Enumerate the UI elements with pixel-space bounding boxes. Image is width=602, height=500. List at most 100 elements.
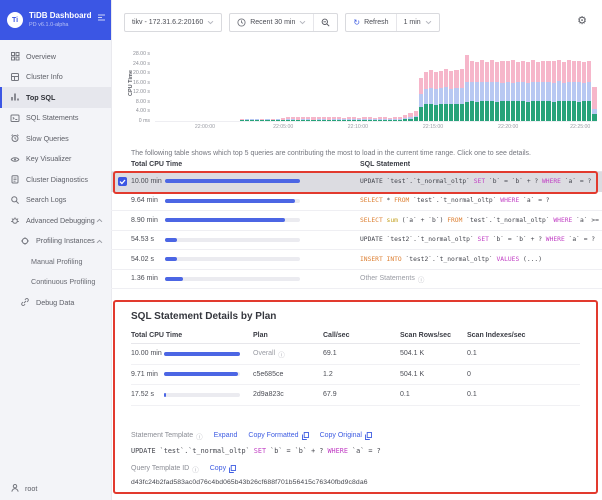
sidebar-item-label: Manual Profiling (31, 257, 83, 266)
details-header-row: Total CPU Time Plan Call/sec Scan Rows/s… (131, 328, 580, 344)
cpu-bar (165, 218, 300, 222)
query-template-id-label: Query Template ID (131, 465, 189, 472)
details-panel-title: SQL Statement Details by Plan (131, 311, 580, 322)
cpu-bar (165, 199, 300, 203)
sidebar-item-manual-profiling[interactable]: Manual Profiling (0, 251, 111, 272)
sidebar-item-profiling-instances[interactable]: Profiling Instances (0, 231, 111, 252)
call-sec-value: 69.1 (323, 350, 400, 357)
sidebar-item-cluster-diagnostics[interactable]: Cluster Diagnostics (0, 169, 111, 190)
sidebar-item-continuous-profiling[interactable]: Continuous Profiling (0, 272, 111, 293)
scan-indexes-value: 0.1 (467, 350, 580, 357)
header-total-cpu-time: Total CPU Time (131, 332, 253, 339)
top-sql-description: The following table shows which top 5 qu… (131, 150, 596, 157)
refresh-button[interactable]: ↻ Refresh (346, 14, 395, 31)
sidebar-item-label: Advanced Debugging (26, 216, 95, 225)
copy-icon (229, 465, 236, 473)
sql-statement-text: SELECT sum (`a` + `b`) FROM `test`.`t_no… (360, 217, 602, 224)
cpu-time-value: 9.71 min (131, 371, 164, 378)
info-icon: ⓘ (192, 464, 199, 474)
copy-button[interactable]: Copy (210, 465, 236, 473)
copy-icon (302, 432, 309, 440)
sidebar-nav: Overview Cluster Info Top SQL SQL Statem… (0, 40, 111, 313)
scan-indexes-value: 0.1 (467, 391, 580, 398)
call-sec-value: 1.2 (323, 371, 400, 378)
header-plan: Plan (253, 332, 323, 339)
table-row[interactable]: 54.53 s UPDATE `test2`.`t_normal_oltp` S… (111, 231, 602, 251)
table-row[interactable]: 10.00 min UPDATE `test`.`t_normal_oltp` … (111, 172, 602, 192)
chart-x-axis: 22:00:0022:05:0022:10:0022:15:0022:20:00… (155, 124, 597, 134)
cpu-bar (165, 179, 300, 183)
query-template-id-row: Query Template IDⓘ Copy (131, 464, 580, 474)
sidebar-item-slow-queries[interactable]: Slow Queries (0, 128, 111, 149)
sql-statement-details-panel: SQL Statement Details by Plan Total CPU … (113, 300, 598, 494)
bug-icon (10, 215, 21, 225)
header-scan-indexes-sec: Scan Indexes/sec (467, 332, 580, 339)
sql-statement-text: UPDATE `test`.`t_normal_oltp` SET `b` = … (360, 178, 602, 185)
other-statements-label: Other Statements (360, 275, 415, 282)
collapse-sidebar-icon[interactable] (97, 13, 106, 22)
cluster-icon (10, 72, 21, 82)
chart-bars[interactable] (240, 53, 596, 121)
table-row[interactable]: 9.64 min SELECT * FROM `test`.`t_normal_… (111, 192, 602, 212)
eye-icon (10, 154, 21, 164)
sidebar-item-debug-data[interactable]: Debug Data (0, 292, 111, 313)
header-total-cpu-time: Total CPU Time (131, 161, 360, 168)
sidebar-item-advanced-debugging[interactable]: Advanced Debugging (0, 210, 111, 231)
row-checkbox[interactable] (118, 177, 127, 186)
sidebar-item-overview[interactable]: Overview (0, 46, 111, 67)
cpu-time-value: 9.64 min (131, 197, 165, 204)
chevron-down-icon (207, 20, 214, 25)
user-name: root (25, 484, 37, 493)
sidebar-item-cluster-info[interactable]: Cluster Info (0, 67, 111, 88)
expand-button[interactable]: Expand (214, 432, 238, 439)
copy-formatted-button[interactable]: Copy Formatted (248, 432, 308, 440)
cpu-bar (165, 277, 300, 281)
details-row[interactable]: 10.00 min Overallⓘ 69.1 504.1 K 0.1 (131, 344, 580, 365)
table-row[interactable]: 54.02 s INSERT INTO `test2`.`t_normal_ol… (111, 250, 602, 270)
sidebar-item-search-logs[interactable]: Search Logs (0, 190, 111, 211)
details-row[interactable]: 17.52 s 2d9a823c 67.9 0.1 0.1 (131, 385, 580, 406)
time-range-select[interactable]: Recent 30 min (230, 14, 313, 31)
sidebar-item-label: Continuous Profiling (31, 277, 95, 286)
chart-y-axis: 28.00 s24.00 s20.00 s16.00 s12.00 s8.00 … (111, 53, 152, 121)
info-icon: ⓘ (278, 349, 285, 359)
sidebar-item-label: Search Logs (26, 195, 66, 204)
sidebar-item-label: Overview (26, 52, 56, 61)
cpu-bar (165, 238, 300, 242)
target-icon (20, 236, 31, 246)
settings-gear-icon[interactable]: ⚙ (577, 16, 587, 27)
chevron-down-icon (425, 20, 432, 25)
search-icon (10, 195, 21, 205)
details-row[interactable]: 9.71 min c5e685ce 1.2 504.1 K 0 (131, 365, 580, 386)
top-queries-table: Total CPU Time SQL Statement 10.00 min U… (111, 157, 602, 289)
clipboard-icon (10, 174, 21, 184)
instance-select[interactable]: tikv - 172.31.6.2:20160 (124, 13, 222, 32)
chevron-down-icon (299, 20, 306, 25)
plan-value: c5e685ce (253, 371, 323, 378)
copy-original-button[interactable]: Copy Original (320, 432, 372, 440)
header-call-sec: Call/sec (323, 332, 400, 339)
sidebar-item-top-sql[interactable]: Top SQL (0, 87, 111, 108)
app-title: TiDB Dashboard (29, 11, 92, 21)
cpu-bar (164, 352, 240, 356)
tidb-dashboard-screen: Ti TiDB Dashboard PD v6.1.0-alpha Overvi… (0, 0, 602, 500)
table-row[interactable]: 8.90 min SELECT sum (`a` + `b`) FROM `te… (111, 211, 602, 231)
sidebar-item-label: Cluster Diagnostics (26, 175, 88, 184)
refresh-label: Refresh (364, 19, 389, 26)
statement-template-sql: UPDATE `test`.`t_normal_oltp` SET `b` = … (131, 447, 580, 455)
bar-chart-icon (10, 92, 21, 102)
table-row[interactable]: 1.36 min Other Statementsⓘ (111, 270, 602, 290)
chart-plot-area[interactable] (155, 53, 597, 122)
plan-value: Overall (253, 350, 275, 357)
sidebar-item-key-visualizer[interactable]: Key Visualizer (0, 149, 111, 170)
zoom-out-button[interactable] (314, 14, 337, 31)
sidebar-item-sql-statements[interactable]: SQL Statements (0, 108, 111, 129)
refresh-interval-select[interactable]: 1 min (397, 14, 439, 31)
statement-template-label: Statement Template (131, 432, 193, 439)
cpu-time-value: 1.36 min (131, 275, 165, 282)
main-content: tikv - 172.31.6.2:20160 Recent 30 min ↻ (111, 0, 602, 500)
sql-statement-text: UPDATE `test2`.`t_normal_oltp` SET `b` =… (360, 236, 602, 243)
user-menu[interactable]: root (0, 483, 121, 493)
link-icon (20, 297, 31, 307)
header-sql-statement: SQL Statement (360, 161, 602, 168)
